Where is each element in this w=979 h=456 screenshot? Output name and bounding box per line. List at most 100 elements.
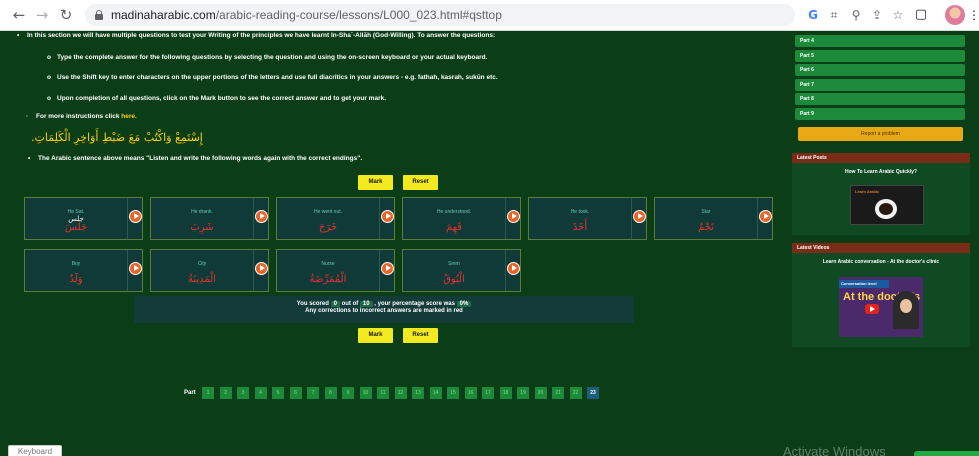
- mark-button-bottom[interactable]: Mark: [358, 328, 393, 343]
- arabic-instruction: إِسْتَمِعْ وَاكْتُبْ مَعَ ضَبْطِ أَوَاخِ…: [31, 131, 203, 144]
- sidebar-part-link[interactable]: Part 6: [795, 64, 965, 76]
- page-button[interactable]: 4: [254, 387, 267, 399]
- play-audio-icon[interactable]: [255, 262, 268, 275]
- url-text: madinaharabic.com/arabic-reading-course/…: [111, 8, 502, 22]
- page-button[interactable]: 8: [324, 387, 337, 399]
- play-audio-icon[interactable]: [255, 210, 268, 223]
- star-icon[interactable]: ☆: [890, 7, 906, 23]
- page-button[interactable]: 11: [377, 387, 389, 399]
- card-divider: [505, 250, 506, 291]
- play-audio-icon[interactable]: [129, 262, 142, 275]
- presenter-image: [893, 291, 919, 329]
- page-button[interactable]: 14: [429, 387, 442, 399]
- reset-button-top[interactable]: Reset: [403, 175, 438, 190]
- card-divider: [127, 250, 128, 291]
- play-audio-icon[interactable]: [381, 262, 394, 275]
- page-button[interactable]: 2: [219, 387, 232, 399]
- page-button[interactable]: 16: [464, 387, 477, 399]
- question-card[interactable]: He understood. فَهِمَ: [402, 197, 521, 240]
- taskbar-indicator: [914, 451, 979, 456]
- question-english: Siren: [448, 261, 460, 267]
- sidebar-part-link[interactable]: Part 9: [795, 107, 965, 120]
- question-card[interactable]: He took. أَخَذَ: [528, 197, 647, 240]
- question-english: City: [197, 261, 207, 267]
- tab-icon[interactable]: ▢: [913, 7, 929, 23]
- share-icon[interactable]: ⇪: [869, 7, 885, 23]
- question-english: Boy: [71, 261, 81, 267]
- score-panel: You scored 0 out of 10 , your percentage…: [134, 296, 634, 323]
- question-card[interactable]: He went out. خَرَجَ: [276, 197, 395, 240]
- question-english: Star: [701, 209, 711, 215]
- page-button[interactable]: 15: [447, 387, 459, 399]
- youtube-play-icon[interactable]: [865, 304, 879, 314]
- mark-button-top[interactable]: Mark: [358, 175, 393, 190]
- address-bar[interactable]: madinaharabic.com/arabic-reading-course/…: [85, 4, 795, 26]
- sidebar-part-link[interactable]: Part 4: [795, 35, 965, 47]
- question-card[interactable]: Siren الْبُوقُ: [402, 249, 521, 292]
- more-instructions-link[interactable]: here.: [121, 113, 137, 120]
- reload-icon[interactable]: ↻: [57, 6, 75, 24]
- menu-icon[interactable]: ⋮: [968, 7, 979, 23]
- page-button[interactable]: 10: [359, 387, 372, 399]
- play-audio-icon[interactable]: [507, 210, 520, 223]
- play-audio-icon[interactable]: [633, 210, 646, 223]
- question-card[interactable]: Nurse الْمُمَرِّضَةُ: [276, 249, 395, 292]
- page-button[interactable]: 9: [342, 387, 354, 399]
- pager-label: Part: [184, 390, 196, 396]
- page-button[interactable]: 20: [534, 387, 547, 399]
- google-icon[interactable]: G: [805, 7, 821, 23]
- back-arrow-icon[interactable]: ←: [10, 6, 28, 24]
- correct-answer-arabic: الْبُوقُ: [443, 274, 465, 285]
- video-thumbnail[interactable]: Conversation level At the doctor's: [839, 277, 923, 337]
- sidebar: Part 4 Part 5 Part 6 Part 7 Part 8 Part 9 Rep…: [785, 31, 979, 456]
- page-button[interactable]: 1: [202, 387, 214, 399]
- page-button[interactable]: 18: [499, 387, 512, 399]
- card-divider: [631, 198, 632, 239]
- question-card[interactable]: Star نَجْمٌ: [654, 197, 773, 240]
- reset-button-bottom[interactable]: Reset: [403, 328, 438, 343]
- card-divider: [379, 198, 380, 239]
- play-audio-icon[interactable]: [129, 210, 142, 223]
- page-button[interactable]: 21: [552, 387, 564, 399]
- card-divider: [505, 198, 506, 239]
- question-card[interactable]: He drank. شَرِبَ: [150, 197, 269, 240]
- page-button[interactable]: 19: [517, 387, 529, 399]
- question-card[interactable]: City الْمَدِينَةُ: [150, 249, 269, 292]
- page-button[interactable]: 6: [289, 387, 302, 399]
- sidebar-part-link[interactable]: Part 7: [795, 78, 965, 91]
- page-button[interactable]: 17: [482, 387, 494, 399]
- play-audio-icon[interactable]: [507, 262, 520, 275]
- forward-arrow-icon[interactable]: →: [33, 6, 51, 24]
- sidebar-part-link[interactable]: Part 8: [795, 93, 965, 105]
- page-button[interactable]: 23: [587, 387, 599, 399]
- latest-videos-panel: Learn Arabic conversation - At the docto…: [792, 253, 970, 347]
- play-audio-icon[interactable]: [381, 210, 394, 223]
- page-button[interactable]: 12: [394, 387, 407, 399]
- correct-answer-arabic: أَخَذَ: [572, 222, 588, 233]
- windows-watermark: Activate Windows: [783, 444, 886, 456]
- latest-videos-header: Latest Videos: [792, 243, 970, 253]
- question-card[interactable]: He Sat. جلس جَلَسَ: [24, 197, 143, 240]
- card-divider: [127, 198, 128, 239]
- sidebar-part-link[interactable]: Part 5: [795, 49, 965, 62]
- page-button[interactable]: 3: [237, 387, 249, 399]
- report-problem-button[interactable]: Report a problem: [798, 127, 963, 141]
- page-button[interactable]: 7: [307, 387, 319, 399]
- video-title-link[interactable]: Learn Arabic conversation - At the docto…: [792, 259, 970, 265]
- sentence-meaning: • The Arabic sentence above means "Listen…: [28, 155, 363, 162]
- zoom-icon[interactable]: ⚲: [848, 7, 864, 23]
- keyboard-tab[interactable]: Keyboard: [8, 445, 62, 456]
- question-card[interactable]: Boy وَلَدٌ: [24, 249, 143, 292]
- translate-icon[interactable]: ⌗: [826, 7, 842, 23]
- page-button[interactable]: 13: [412, 387, 424, 399]
- play-audio-icon[interactable]: [759, 210, 772, 223]
- page-button[interactable]: 22: [569, 387, 582, 399]
- page-button[interactable]: 5: [272, 387, 284, 399]
- correct-answer-arabic: الْمُمَرِّضَةُ: [309, 274, 347, 285]
- post-title-link[interactable]: How To Learn Arabic Quickly?: [792, 169, 970, 175]
- post-thumbnail[interactable]: Learn Arabic: [850, 185, 924, 225]
- score-percent: 0%: [456, 301, 472, 307]
- profile-avatar[interactable]: [945, 5, 965, 25]
- card-divider: [253, 250, 254, 291]
- card-divider: [757, 198, 758, 239]
